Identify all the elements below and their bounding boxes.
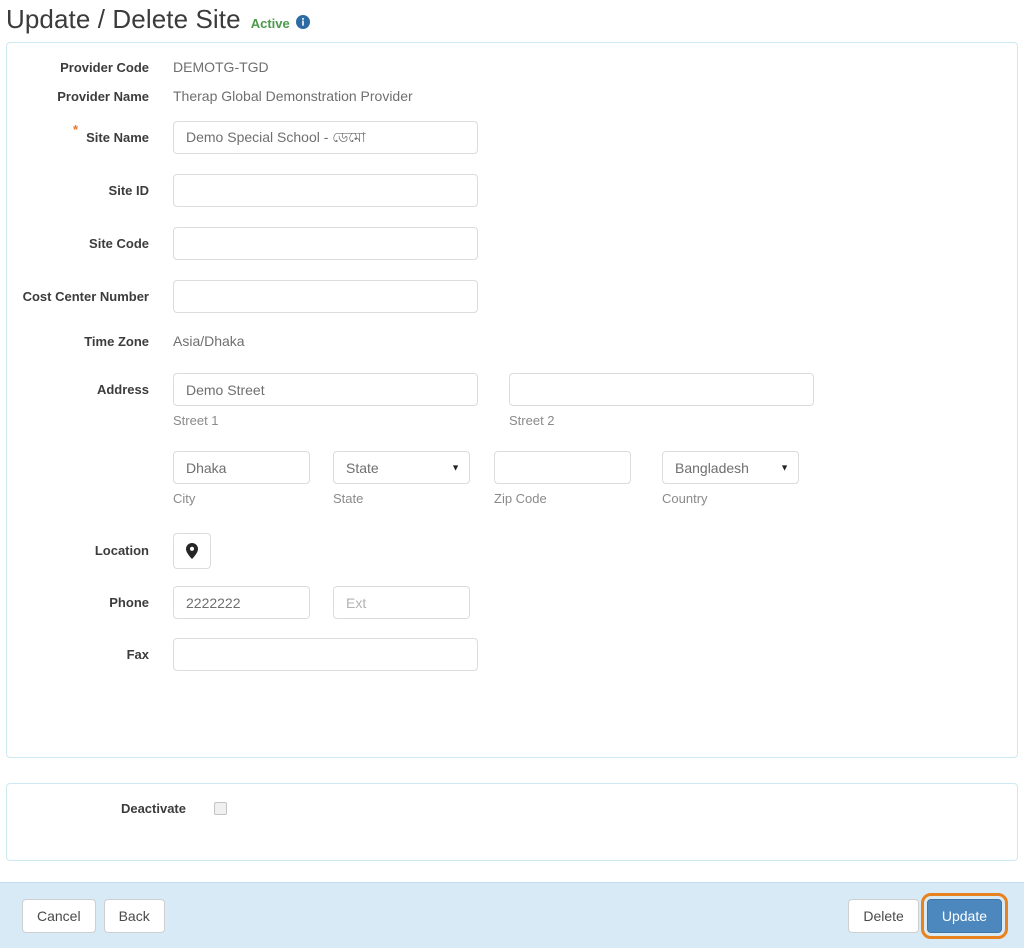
form-action-bar: Cancel Back Delete Update	[0, 882, 1024, 948]
row-fax: Fax	[7, 638, 1017, 671]
zip-group: Zip Code	[494, 451, 631, 507]
country-group: Bangladesh ▼ Country	[662, 451, 799, 507]
deactivate-label: Deactivate	[120, 801, 186, 816]
back-button[interactable]: Back	[103, 898, 165, 933]
site-details-panel: Provider Code DEMOTG-TGD Provider Name T…	[6, 42, 1018, 758]
row-deactivate: Deactivate	[7, 800, 1017, 818]
provider-code-label: Provider Code	[60, 60, 149, 75]
row-provider-code: Provider Code DEMOTG-TGD	[7, 59, 1017, 76]
fax-label: Fax	[126, 647, 149, 662]
street1-input[interactable]	[173, 373, 478, 406]
delete-button[interactable]: Delete	[848, 898, 919, 933]
site-name-label: * Site Name	[7, 121, 173, 146]
street2-helper: Street 2	[509, 413, 555, 428]
status-badge: Active	[250, 16, 290, 31]
city-group: City	[173, 451, 310, 507]
state-group: State ▼ State	[333, 451, 470, 507]
row-address: Address Street 1 Street 2 City	[7, 373, 1017, 507]
provider-name-value: Therap Global Demonstration Provider	[173, 88, 413, 104]
state-helper: State	[333, 491, 364, 506]
phone-label: Phone	[109, 595, 149, 610]
country-helper: Country	[662, 491, 708, 506]
zip-code-helper: Zip Code	[494, 491, 547, 506]
row-site-name: * Site Name	[7, 121, 1017, 154]
country-select[interactable]: Bangladesh	[662, 451, 799, 484]
row-provider-name: Provider Name Therap Global Demonstratio…	[7, 88, 1017, 105]
row-site-code: Site Code	[7, 227, 1017, 260]
state-select-wrapper[interactable]: State ▼	[333, 451, 470, 484]
provider-code-value: DEMOTG-TGD	[173, 59, 269, 75]
map-pin-icon[interactable]	[173, 533, 211, 569]
state-select[interactable]: State	[333, 451, 470, 484]
country-select-wrapper[interactable]: Bangladesh ▼	[662, 451, 799, 484]
row-cost-center-number: Cost Center Number	[7, 280, 1017, 313]
street2-input[interactable]	[509, 373, 814, 406]
page-title: Update / Delete Site	[6, 4, 241, 34]
cost-center-number-input[interactable]	[173, 280, 478, 313]
site-name-label-text: Site Name	[86, 130, 149, 145]
location-label: Location	[94, 543, 149, 558]
site-id-label: Site ID	[108, 183, 149, 198]
zip-code-input[interactable]	[494, 451, 631, 484]
site-code-label: Site Code	[89, 236, 149, 251]
fax-input[interactable]	[173, 638, 478, 671]
time-zone-value: Asia/Dhaka	[173, 333, 245, 349]
street2-group: Street 2	[509, 373, 814, 429]
phone-ext-input[interactable]	[333, 586, 470, 619]
update-button[interactable]: Update	[920, 892, 1009, 939]
city-input[interactable]	[173, 451, 310, 484]
time-zone-label: Time Zone	[84, 334, 149, 349]
row-site-id: Site ID	[7, 174, 1017, 207]
phone-input[interactable]	[173, 586, 310, 619]
required-asterisk: *	[73, 122, 79, 137]
cost-center-number-label: Cost Center Number	[22, 289, 149, 304]
street1-helper: Street 1	[173, 413, 219, 428]
row-time-zone: Time Zone Asia/Dhaka	[7, 333, 1017, 350]
row-location: Location	[7, 533, 1017, 569]
site-name-input[interactable]	[173, 121, 478, 154]
site-code-input[interactable]	[173, 227, 478, 260]
city-helper: City	[173, 491, 196, 506]
street1-group: Street 1	[173, 373, 478, 429]
cancel-button[interactable]: Cancel	[22, 898, 96, 933]
deactivate-panel: Deactivate	[6, 783, 1018, 861]
update-delete-site-page: Update / Delete Site Active Provider Cod…	[0, 0, 1024, 948]
address-label: Address	[96, 382, 149, 397]
info-circle-icon[interactable]	[295, 15, 310, 29]
deactivate-checkbox[interactable]	[214, 802, 227, 815]
page-header: Update / Delete Site Active	[0, 0, 1024, 42]
row-phone: Phone	[7, 586, 1017, 619]
provider-name-label: Provider Name	[57, 89, 149, 104]
site-id-input[interactable]	[173, 174, 478, 207]
